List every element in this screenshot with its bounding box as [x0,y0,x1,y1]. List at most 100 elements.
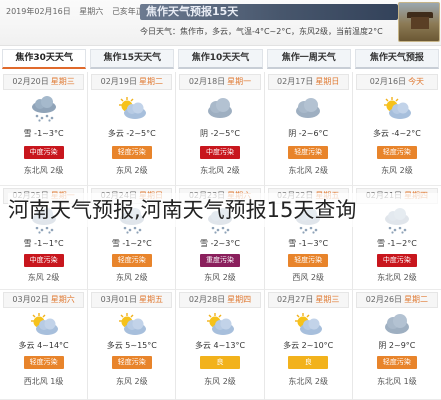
sun-cloud-icon [115,312,149,338]
day-date-text: 02月17日 [277,77,314,86]
aqi-badge: 轻度污染 [23,356,64,369]
day-condition: 雪 -1~2°C [376,239,417,248]
day-condition: 多云 4~14°C [18,341,69,350]
day-date-text: 03月01日 [100,295,137,304]
day-date-text: 03月02日 [12,295,49,304]
tab-week[interactable]: 焦作一周天气 [266,49,351,69]
day-wind: 东北风 2级 [288,377,329,386]
tab-10-day[interactable]: 焦作10天天气 [178,49,263,69]
tab-forecast[interactable]: 焦作天气预报 [354,49,440,69]
aqi-badge: 良 [288,356,329,369]
day-wind: 东风 2级 [115,166,148,175]
day-wind: 东风 2级 [204,377,236,386]
day-wind: 东北风 2级 [288,166,329,175]
day-condition: 多云 5~15°C [106,341,157,350]
banner-title: 焦作天气预报15天 [140,4,398,20]
day-condition: 阴 -2~5°C [200,129,240,138]
today-summary: 今日天气：焦作市，多云，气温-4°C~2°C，东风2级，当前温度2°C [140,27,383,36]
snow-icon [27,96,61,122]
aqi-badge: 轻度污染 [288,254,329,267]
sun-cloud-icon [27,312,61,338]
sun-cloud-icon [115,96,149,122]
day-weekday: 星期一 [227,77,252,86]
day-weekday: 星期二 [138,77,163,86]
day-date: 02月18日 星期一 [179,74,261,90]
day-weekday: 今天 [408,77,425,86]
day-date-text: 02月16日 [369,77,407,86]
forecast-tabs: 焦作30天天气 焦作15天天气 焦作10天天气 焦作一周天气 焦作天气预报 [0,49,441,69]
day-cell[interactable]: 02月26日 星期二阴 2~9°C 轻度污染东北风 1级 [352,290,441,400]
day-date: 02月17日 星期日 [267,74,349,90]
day-cell[interactable]: 02月20日 星期三雪 -1~3°C 中度污染东北风 2级 [0,72,89,186]
cloud-icon [203,96,237,122]
date-gregorian: 2019年02月16日 [6,7,71,16]
day-cell[interactable]: 02月19日 星期二多云 -2~5°C 轻度污染东风 2级 [88,72,177,186]
aqi-badge: 良 [199,356,240,369]
day-date-text: 02月18日 [188,77,226,86]
aqi-badge: 重度污染 [199,254,240,267]
day-cell[interactable]: 02月28日 星期四 多云 4~13°C 良东风 2级 [176,290,265,400]
day-condition: 雪 -1~3°C [23,129,64,138]
day-date: 03月02日 星期六 [3,292,85,308]
aqi-badge: 轻度污染 [376,146,417,159]
page-header: 2019年02月16日 星期六 己亥年正月十二 焦作天气预报15天 今日天气：焦… [0,0,441,46]
aqi-badge: 轻度污染 [111,254,152,267]
aqi-badge: 轻度污染 [111,356,152,369]
aqi-badge: 轻度污染 [376,356,417,369]
day-date: 02月27日 星期三 [267,292,349,308]
day-condition: 阴 -2~6°C [288,129,329,138]
day-wind: 东风 2级 [381,166,413,175]
aqi-badge: 中度污染 [199,146,240,159]
day-wind: 东北风 2级 [200,166,240,175]
day-condition: 雪 -1~3°C [288,239,329,248]
day-date-text: 02月27日 [277,295,314,304]
aqi-badge: 中度污染 [23,254,64,267]
day-date: 02月19日 星期二 [91,74,173,90]
tab-30-day[interactable]: 焦作30天天气 [2,49,87,69]
sun-cloud-icon [380,96,414,122]
tab-15-day[interactable]: 焦作15天天气 [90,49,175,69]
day-cell[interactable]: 02月27日 星期三多云 2~10°C 良东北风 2级 [264,290,353,400]
day-wind: 西北风 1级 [23,377,64,386]
temple-shape [411,17,429,29]
day-condition: 阴 2~9°C [378,341,416,350]
cloud-icon [380,312,414,338]
day-wind: 东北风 2级 [23,166,64,175]
watermark-caption: 河南天气预报,河南天气预报15天查询 [8,193,438,227]
day-date-text: 02月19日 [100,77,137,86]
day-cell[interactable]: 02月18日 星期一阴 -2~5°C 中度污染东北风 2级 [176,72,265,186]
day-cell[interactable]: 02月17日 星期日阴 -2~6°C 轻度污染东北风 2级 [264,72,353,186]
day-wind: 东风 2级 [115,273,148,282]
day-date: 02月26日 星期二 [355,292,438,308]
day-condition: 雪 -2~3°C [200,239,240,248]
day-condition: 雪 -1~2°C [111,239,152,248]
day-cell[interactable]: 02月16日 今天 多云 -4~2°C 轻度污染 东风 2级 [352,72,441,186]
aqi-badge: 轻度污染 [111,146,152,159]
aqi-badge: 中度污染 [23,146,64,159]
day-condition: 多云 2~10°C [283,341,334,350]
day-weekday: 星期四 [227,295,252,304]
day-wind: 东风 2级 [204,273,236,282]
day-date: 02月16日 今天 [355,74,438,90]
forecast-grid: 02月20日 星期三雪 -1~3°C 中度污染 东北风 2级 02月19日 星期二 多云 -… [0,72,441,400]
day-date-text: 02月26日 [365,295,403,304]
day-cell[interactable]: 03月01日 星期五多云 5~15°C 轻度污染东风 2级 [88,290,177,400]
day-wind: 西风 2级 [292,273,325,282]
day-condition: 多云 4~13°C [194,341,246,350]
day-wind: 东风 2级 [115,377,148,386]
day-cell[interactable]: 03月02日 星期六多云 4~14°C 轻度污染西北风 1级 [0,290,89,400]
day-weekday: 星期三 [315,295,340,304]
day-date-text: 02月20日 [12,77,49,86]
day-wind: 东北风 2级 [377,273,417,282]
day-condition: 雪 -1~1°C [23,239,64,248]
day-date: 02月20日 星期三 [3,74,85,90]
day-wind: 东北风 1级 [377,377,417,386]
day-weekday: 星期二 [404,295,429,304]
day-weekday: 星期五 [138,295,163,304]
day-weekday: 星期日 [315,77,340,86]
day-condition: 多云 -2~5°C [107,129,156,138]
day-wind: 东风 2级 [27,273,60,282]
cloud-icon [291,96,325,122]
aqi-badge: 轻度污染 [288,146,329,159]
banner-photo [398,2,440,42]
